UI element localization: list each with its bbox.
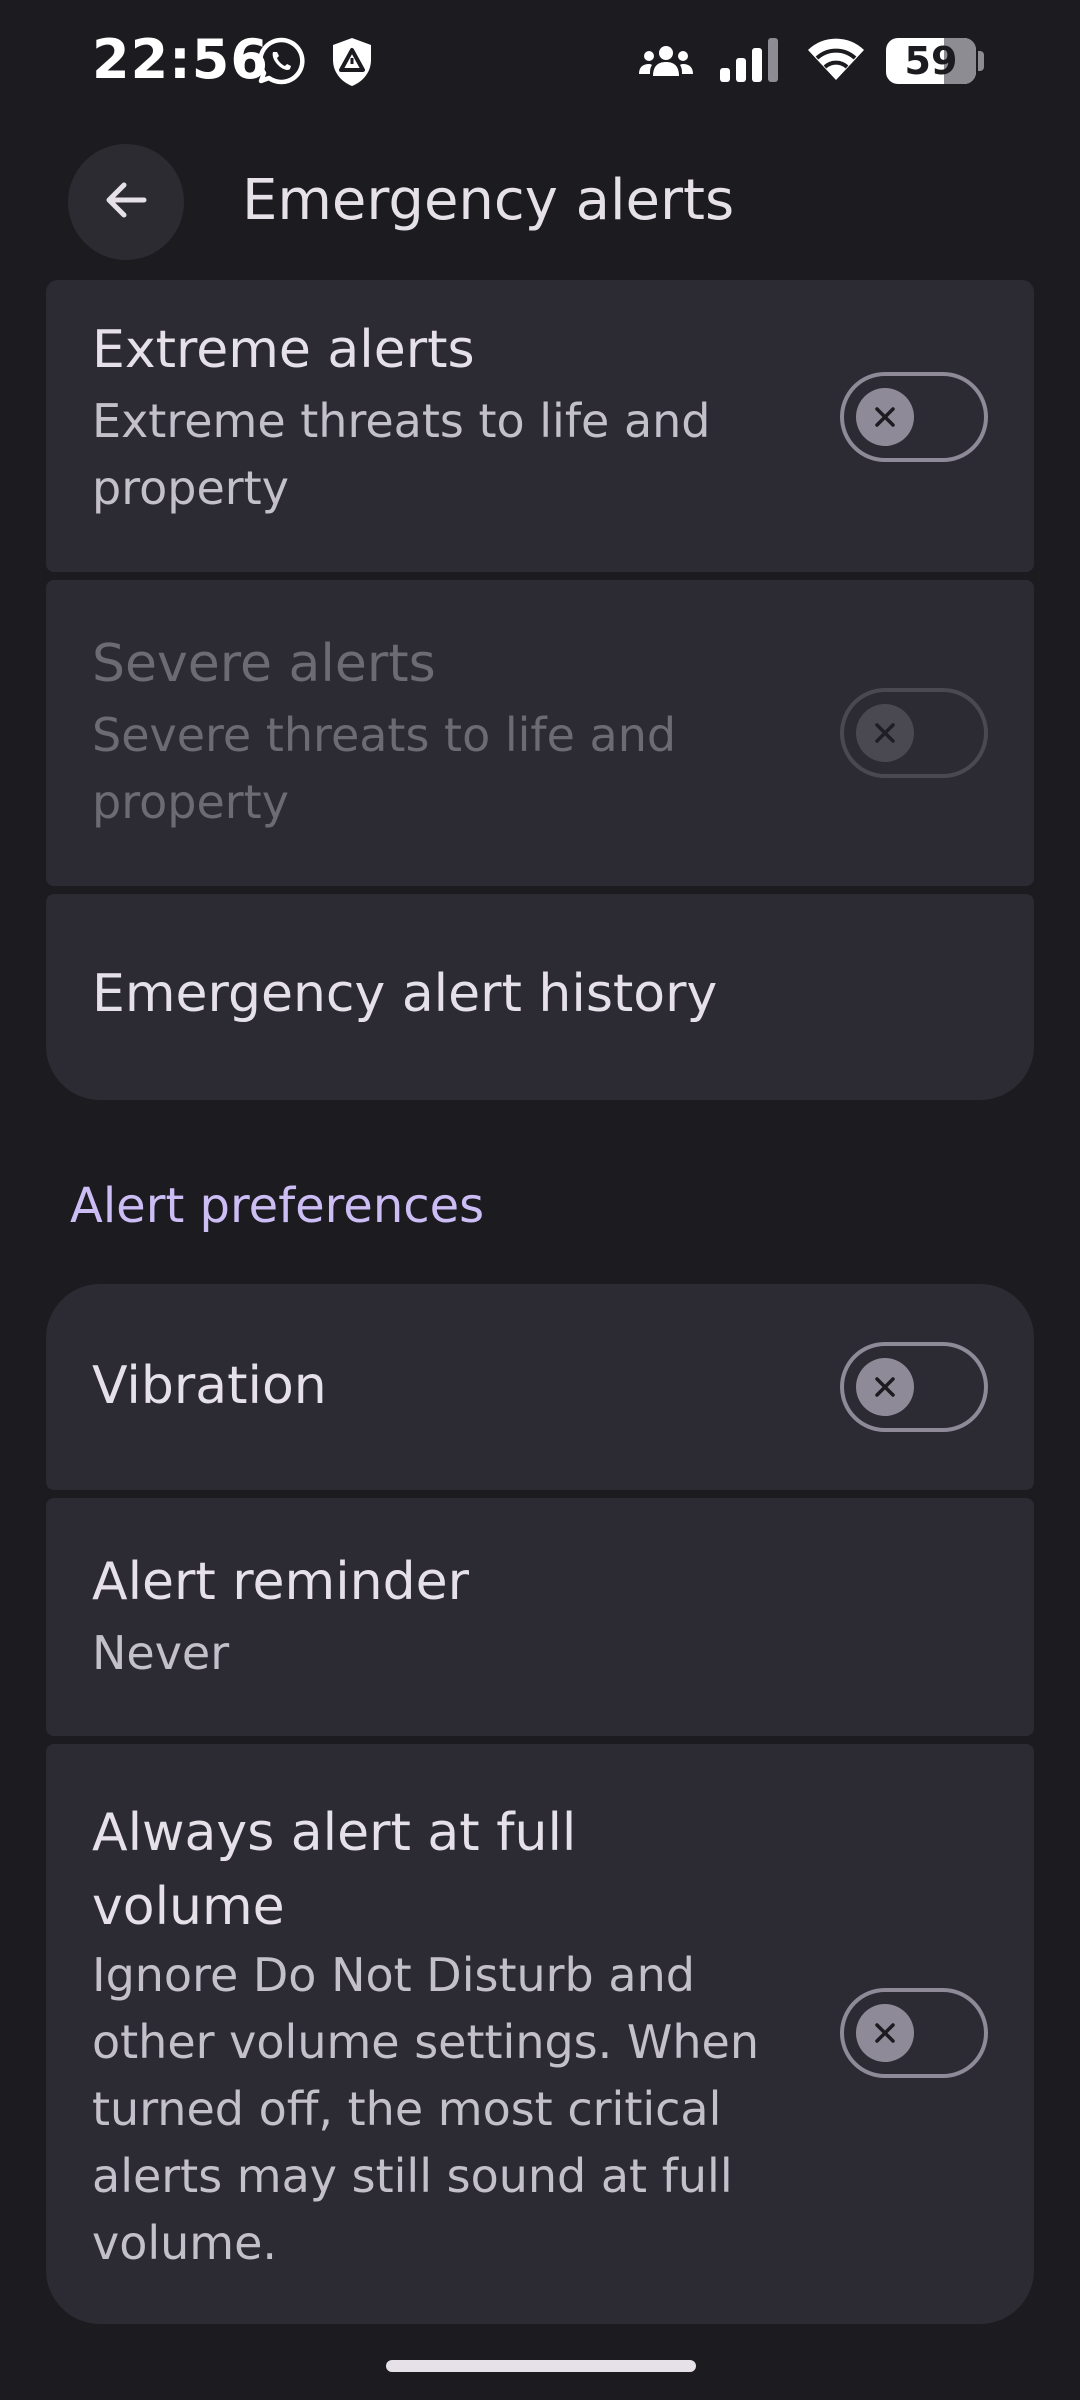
section-header-alert-preferences: Alert preferences — [70, 1178, 485, 1234]
toggle-thumb — [856, 704, 914, 762]
toggle-thumb — [856, 2004, 914, 2062]
battery-icon: 59 — [886, 38, 984, 84]
back-button[interactable] — [68, 144, 184, 260]
toggle-thumb — [856, 1358, 914, 1416]
close-icon — [875, 723, 895, 743]
people-icon — [638, 44, 694, 82]
close-icon — [875, 407, 895, 427]
home-indicator[interactable] — [386, 2360, 696, 2372]
status-bar: 22:56 59 — [0, 0, 1080, 124]
extreme-alerts-title: Extreme alerts — [92, 320, 475, 380]
vibration-title: Vibration — [92, 1356, 327, 1416]
alert-history-title: Emergency alert history — [92, 964, 718, 1024]
page-title: Emergency alerts — [242, 168, 735, 233]
vibration-item[interactable]: Vibration — [46, 1284, 1034, 1490]
severe-alerts-title: Severe alerts — [92, 634, 436, 694]
alert-reminder-item[interactable]: Alert reminder Never — [46, 1498, 1034, 1736]
alert-history-item[interactable]: Emergency alert history — [46, 894, 1034, 1100]
vibration-toggle[interactable] — [840, 1342, 988, 1432]
close-icon — [875, 1377, 895, 1397]
full-volume-subtitle: Ignore Do Not Disturb and other volume s… — [92, 1948, 759, 2270]
status-time: 22:56 — [92, 28, 269, 91]
shield-alert-icon — [330, 36, 374, 92]
full-volume-title: Always alert at full volume — [92, 1803, 577, 1937]
wifi-icon — [806, 36, 866, 86]
severe-alerts-toggle — [840, 688, 988, 778]
toggle-thumb — [856, 388, 914, 446]
severe-alerts-subtitle: Severe threats to life and property — [92, 708, 677, 829]
full-volume-item[interactable]: Always alert at full volume Ignore Do No… — [46, 1744, 1034, 2324]
signal-icon — [718, 38, 786, 88]
extreme-alerts-item[interactable]: Extreme alerts Extreme threats to life a… — [46, 280, 1034, 572]
whatsapp-icon — [256, 36, 306, 90]
close-icon — [875, 2023, 895, 2043]
alert-reminder-value: Never — [92, 1626, 230, 1680]
severe-alerts-item: Severe alerts Severe threats to life and… — [46, 580, 1034, 886]
alert-reminder-title: Alert reminder — [92, 1552, 469, 1612]
full-volume-toggle[interactable] — [840, 1988, 988, 2078]
extreme-alerts-toggle[interactable] — [840, 372, 988, 462]
battery-level: 59 — [904, 39, 958, 83]
extreme-alerts-subtitle: Extreme threats to life and property — [92, 394, 711, 515]
arrow-back-icon — [100, 174, 152, 230]
